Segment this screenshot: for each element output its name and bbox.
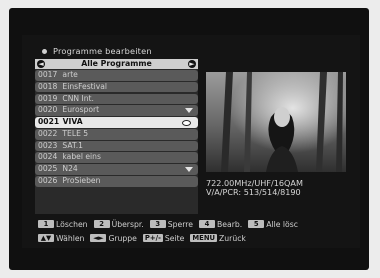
- channel-name: TELE 5: [62, 128, 89, 138]
- red-key-icon: 1: [38, 220, 54, 228]
- channel-group-header[interactable]: ◄ Alle Programme ►: [35, 59, 198, 69]
- page-title: Programme bearbeiten: [53, 46, 152, 56]
- up-down-key-icon: ▲▼: [38, 234, 54, 242]
- group-legend: Gruppe: [108, 233, 137, 243]
- channel-name: ProSieben: [62, 176, 101, 186]
- channel-row[interactable]: 0019 CNN Int.: [35, 93, 198, 105]
- menu-key-icon: MENU: [190, 234, 218, 242]
- green-key-icon: 2: [93, 220, 110, 228]
- page-key-icon: P+/-: [142, 234, 163, 242]
- channel-number: 0019: [38, 93, 58, 103]
- skip-legend: Überspr.: [111, 219, 144, 229]
- select-legend: Wählen: [56, 233, 85, 243]
- channel-name: SAT.1: [62, 140, 83, 150]
- channel-number: 0024: [38, 152, 58, 162]
- lock-legend: Sperre: [167, 219, 193, 229]
- scroll-down-indicator-icon: [185, 167, 193, 173]
- channel-row[interactable]: 0023 SAT.1: [35, 140, 198, 152]
- selected-row-marker-icon: [182, 120, 191, 127]
- pid-info: V/A/PCR: 513/514/8190: [206, 187, 301, 198]
- channel-number: 0017: [38, 70, 58, 79]
- header: Programme bearbeiten: [22, 45, 152, 57]
- channel-row[interactable]: 0020 Eurosport: [35, 105, 198, 116]
- edit-legend: Bearb.: [217, 219, 243, 229]
- channel-row[interactable]: 0018 EinsFestival: [35, 81, 198, 93]
- back-legend: Zurück: [219, 233, 246, 243]
- left-right-key-icon: ◄►: [90, 234, 107, 242]
- yellow-key-icon: 3: [149, 220, 166, 228]
- legend-row-1: 1 Löschen 2 Überspr. 3 Sperre 4 Bearb. 5…: [38, 219, 302, 229]
- channel-row-selected[interactable]: 0021 VIVA: [35, 117, 198, 128]
- delete-legend: Löschen: [56, 219, 88, 229]
- live-preview-image: [206, 72, 346, 172]
- legend-row-2: ▲▼ Wählen ◄► Gruppe P+/- Seite MENU Zurü…: [38, 233, 250, 243]
- channel-row[interactable]: 0025 N24: [35, 164, 198, 175]
- channel-name: N24: [62, 164, 78, 174]
- scroll-up-indicator-icon: [185, 108, 193, 114]
- channel-name: Eurosport: [62, 105, 100, 115]
- channel-number: 0026: [38, 176, 58, 186]
- prev-group-arrow-icon[interactable]: ◄: [37, 60, 45, 68]
- channel-list: ◄ Alle Programme ► 0017 arte 0018 EinsFe…: [35, 59, 198, 214]
- channel-number: 0020: [38, 105, 58, 115]
- channel-row[interactable]: 0022 TELE 5: [35, 128, 198, 140]
- key-5-icon: 5: [248, 220, 265, 228]
- button-legend: 1 Löschen 2 Überspr. 3 Sperre 4 Bearb. 5…: [38, 219, 350, 245]
- channel-name: EinsFestival: [62, 81, 108, 91]
- channel-number: 0018: [38, 81, 58, 91]
- preview-picture: [206, 72, 346, 172]
- channel-rows: 0017 arte 0018 EinsFestival 0019 CNN Int…: [35, 70, 198, 188]
- channel-name: VIVA: [62, 117, 83, 127]
- channel-number: 0023: [38, 140, 58, 150]
- page-legend: Seite: [164, 233, 185, 243]
- channel-number: 0021: [38, 117, 60, 127]
- delete-all-legend: Alle lösc: [266, 219, 298, 229]
- blue-key-icon: 4: [199, 220, 215, 228]
- channel-group-title: Alle Programme: [81, 59, 152, 68]
- signal-info: 722.00MHz/UHF/16QAM V/A/PCR: 513/514/819…: [206, 178, 351, 198]
- channel-number: 0025: [38, 164, 58, 174]
- channel-row[interactable]: 0017 arte: [35, 70, 198, 81]
- next-group-arrow-icon[interactable]: ►: [188, 60, 196, 68]
- channel-row[interactable]: 0026 ProSieben: [35, 176, 198, 187]
- title-bullet-icon: [42, 48, 47, 54]
- channel-row[interactable]: 0024 kabel eins: [35, 152, 198, 164]
- channel-name: arte: [62, 70, 78, 79]
- channel-name: CNN Int.: [62, 93, 94, 103]
- channel-number: 0022: [38, 128, 58, 138]
- channel-name: kabel eins: [62, 152, 101, 162]
